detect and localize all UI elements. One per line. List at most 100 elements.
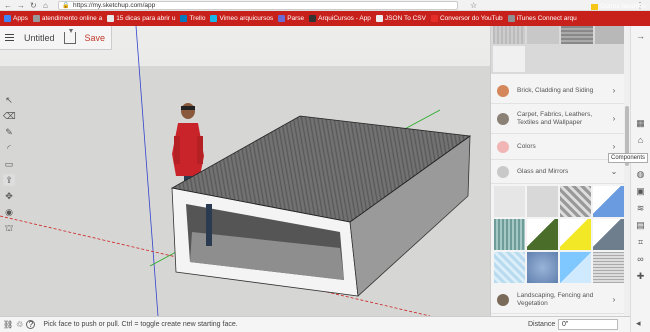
back-icon[interactable]: ← bbox=[4, 1, 12, 10]
bookmark-item[interactable]: atendimento online a bbox=[32, 15, 103, 22]
bookmark-item[interactable]: Parse bbox=[278, 15, 304, 22]
bookmark-favicon-icon bbox=[278, 15, 286, 22]
material-swatch[interactable] bbox=[527, 252, 558, 283]
material-swatch[interactable] bbox=[494, 186, 525, 217]
chevron-right-icon: › bbox=[612, 86, 616, 95]
material-swatch[interactable] bbox=[560, 186, 591, 217]
material-swatch[interactable] bbox=[560, 219, 591, 250]
pencil-tool-icon[interactable]: ✎ bbox=[3, 126, 15, 138]
url-text: https://my.sketchup.com/app bbox=[73, 2, 156, 9]
category-swatch-icon bbox=[497, 84, 509, 97]
scenes-icon[interactable]: ⌗ bbox=[635, 236, 647, 248]
bookmark-item[interactable]: Apps bbox=[4, 15, 28, 22]
forward-icon[interactable]: → bbox=[17, 1, 25, 10]
bookmark-favicon-icon bbox=[32, 15, 40, 22]
tape-measure-tool-icon[interactable]: ◉ bbox=[3, 206, 15, 218]
address-bar[interactable]: 🔒 https://my.sketchup.com/app bbox=[58, 1, 458, 10]
expand-panel-icon[interactable]: ◂ bbox=[636, 318, 641, 329]
credits-icon[interactable]: ♲ bbox=[16, 320, 23, 329]
layers-icon[interactable]: ≋ bbox=[635, 202, 647, 214]
bookmark-label: iTunes Connect arqu bbox=[516, 15, 577, 22]
views-icon[interactable]: ▤ bbox=[635, 219, 647, 231]
3d-viewport[interactable] bbox=[0, 26, 490, 316]
solar-icon[interactable]: ✚ bbox=[635, 270, 647, 282]
material-swatch[interactable] bbox=[494, 252, 525, 283]
material-swatch[interactable] bbox=[560, 252, 591, 283]
download-icon[interactable] bbox=[63, 28, 76, 44]
other-bookmarks[interactable]: Outros favoritos bbox=[591, 3, 646, 10]
bookmark-favicon-icon bbox=[507, 15, 515, 22]
material-swatch[interactable] bbox=[561, 26, 593, 44]
bookmark-favicon-icon bbox=[107, 15, 115, 22]
material-swatch[interactable] bbox=[595, 26, 627, 44]
category-swatch-icon bbox=[497, 112, 509, 125]
other-bookmarks-label: Outros favoritos bbox=[600, 3, 646, 10]
move-tool-icon[interactable]: ✥ bbox=[3, 190, 15, 202]
rectangle-tool-icon[interactable]: ▭ bbox=[3, 158, 15, 170]
bookmark-favicon-icon bbox=[375, 15, 383, 22]
materials-panel: Brick, Cladding and Siding › Carpet, Fab… bbox=[490, 26, 630, 316]
reload-icon[interactable]: ↻ bbox=[30, 1, 37, 10]
select-tool-icon[interactable]: ↖ bbox=[3, 94, 15, 106]
material-swatch[interactable] bbox=[593, 186, 624, 217]
save-button[interactable]: Save bbox=[85, 33, 106, 43]
bookmark-label: Conversor do YouTub bbox=[439, 15, 503, 22]
category-carpet[interactable]: Carpet, Fabrics, Leathers, Textiles and … bbox=[491, 104, 627, 134]
display-icon[interactable]: ∞ bbox=[635, 253, 647, 265]
bookmark-item[interactable]: 15 dicas para abrir u bbox=[107, 15, 175, 22]
arrow-right-icon[interactable]: → bbox=[635, 30, 647, 42]
distance-label: Distance bbox=[528, 321, 556, 328]
material-swatch[interactable] bbox=[527, 219, 558, 250]
geolocation-icon[interactable]: ⛓ bbox=[3, 320, 13, 329]
bookmark-favicon-icon bbox=[309, 15, 317, 22]
styles-icon[interactable]: ▣ bbox=[635, 185, 647, 197]
distance-input[interactable]: 0" bbox=[558, 319, 618, 330]
bookmark-label: atendimento online a bbox=[41, 15, 103, 22]
bookmark-item[interactable]: Conversor do YouTub bbox=[430, 15, 503, 22]
push-pull-tool-icon[interactable]: ⇪ bbox=[3, 174, 15, 186]
chevron-right-icon: › bbox=[612, 295, 616, 304]
right-panel-rail: → ▦ ⌂ ⚙ ◍ ▣ ≋ ▤ ⌗ ∞ ✚ bbox=[630, 26, 650, 332]
category-landscaping[interactable]: Landscaping, Fencing and Vegetation › bbox=[491, 286, 627, 314]
material-swatch[interactable] bbox=[493, 26, 525, 44]
components-tooltip: Components bbox=[608, 153, 649, 163]
material-swatch[interactable] bbox=[593, 219, 624, 250]
material-swatch[interactable] bbox=[593, 252, 624, 283]
material-swatch[interactable] bbox=[494, 219, 525, 250]
materials-icon[interactable]: ◍ bbox=[635, 168, 647, 180]
category-swatch-icon bbox=[497, 140, 509, 153]
document-title[interactable]: Untitled bbox=[24, 33, 55, 43]
bookmark-item[interactable]: iTunes Connect arqu bbox=[507, 15, 577, 22]
bookmark-label: Parse bbox=[287, 15, 305, 22]
entity-info-icon[interactable]: ▦ bbox=[635, 117, 647, 129]
bookmark-item[interactable]: Trello bbox=[180, 15, 205, 22]
category-brick[interactable]: Brick, Cladding and Siding › bbox=[491, 78, 627, 104]
eraser-tool-icon[interactable]: ⌫ bbox=[3, 110, 16, 122]
arc-tool-icon[interactable]: ◜ bbox=[3, 142, 15, 154]
bookmark-item[interactable]: Vimeo arquicursos bbox=[210, 15, 273, 22]
instructor-icon[interactable]: ⌂ bbox=[635, 134, 647, 146]
category-swatch-icon bbox=[497, 293, 509, 306]
star-icon[interactable]: ☆ bbox=[470, 1, 477, 10]
bookmark-label: Apps bbox=[13, 15, 28, 22]
help-icon[interactable]: ? bbox=[26, 320, 36, 329]
status-message: Pick face to push or pull. Ctrl = toggle… bbox=[43, 321, 238, 328]
material-swatch[interactable] bbox=[493, 46, 525, 72]
home-icon[interactable]: ⌂ bbox=[43, 1, 48, 10]
bookmark-favicon-icon bbox=[4, 15, 11, 22]
category-colors[interactable]: Colors › bbox=[491, 134, 627, 160]
menu-icon[interactable] bbox=[0, 26, 18, 50]
material-thumbnails-top bbox=[491, 26, 627, 74]
lock-icon: 🔒 bbox=[62, 3, 70, 9]
bookmark-item[interactable]: JSON To CSV bbox=[375, 15, 426, 22]
bookmark-favicon-icon bbox=[430, 15, 438, 22]
paint-bucket-tool-icon[interactable]: ⛫ bbox=[3, 222, 15, 234]
material-swatch[interactable] bbox=[527, 26, 559, 44]
category-label: Carpet, Fabrics, Leathers, Textiles and … bbox=[517, 110, 593, 126]
bookmark-item[interactable]: ArquiCursos - App bbox=[309, 15, 371, 22]
material-swatch[interactable] bbox=[527, 186, 558, 217]
bookmark-favicon-icon bbox=[180, 15, 188, 22]
chevron-down-icon: ⌄ bbox=[610, 167, 618, 176]
folder-icon bbox=[591, 3, 599, 10]
category-glass[interactable]: Glass and Mirrors ⌄ bbox=[491, 160, 627, 184]
